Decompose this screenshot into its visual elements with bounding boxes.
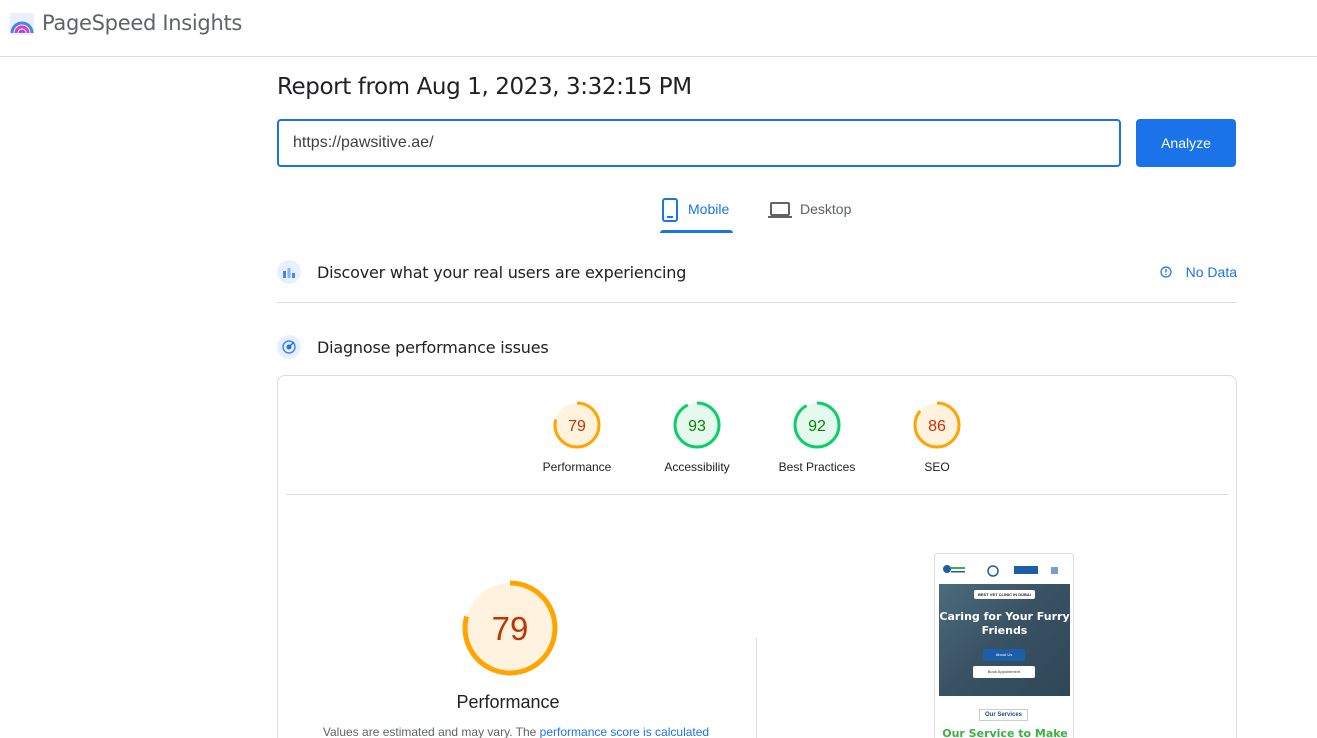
tab-mobile-label: Mobile (688, 201, 730, 217)
mobile-phone-icon (662, 198, 678, 222)
tab-desktop[interactable]: Desktop (768, 195, 851, 235)
active-tab-indicator (660, 230, 733, 233)
score-ring: 86 (913, 401, 961, 449)
info-icon (1160, 266, 1172, 278)
url-input[interactable] (277, 119, 1121, 167)
preview-heading: Caring for Your Furry Friends (939, 610, 1070, 637)
estimate-note-text: Values are estimated and may vary. The (322, 725, 540, 738)
diagnose-icon (277, 335, 301, 359)
section-divider (277, 302, 1237, 303)
score-ring: 79 (553, 401, 601, 449)
preview-services-title: Our Service to Make (942, 727, 1068, 738)
gauge-score-text: 86 (928, 418, 946, 435)
score-gauge-seo[interactable]: 86 SEO (887, 400, 987, 474)
estimate-note: Values are estimated and may vary. The p… (316, 725, 716, 738)
gauge-score-text: 79 (492, 610, 529, 647)
no-data-label: No Data (1185, 264, 1237, 280)
page-screenshot: BEST VET CLINIC IN DUBAI Caring for Your… (934, 553, 1074, 738)
score-label: Performance (542, 460, 612, 474)
users-chart-icon (277, 260, 301, 284)
preview-about-button: About Us (983, 649, 1025, 661)
analyze-button[interactable]: Analyze (1136, 119, 1236, 167)
lab-data-title: Diagnose performance issues (317, 337, 549, 357)
performance-main-label: Performance (456, 692, 560, 712)
score-ring: 92 (793, 401, 841, 449)
score-gauge-best-practices[interactable]: 92 Best Practices (767, 400, 867, 474)
pagespeed-logo-icon[interactable] (9, 11, 35, 37)
score-label: Best Practices (778, 460, 856, 474)
score-ring: 93 (673, 401, 721, 449)
report-title: Report from Aug 1, 2023, 3:32:15 PM (277, 74, 692, 100)
lab-data-header: Diagnose performance issues (277, 334, 1237, 360)
score-label: SEO (924, 460, 950, 474)
vertical-separator (756, 638, 757, 738)
tab-desktop-label: Desktop (800, 201, 852, 217)
card-divider (286, 494, 1228, 495)
laptop-icon (768, 202, 792, 218)
preview-services-badge: Our Services (979, 709, 1029, 721)
gauge-score-text: 79 (568, 418, 586, 435)
app-title[interactable]: PageSpeed Insights (42, 11, 242, 35)
score-calculated-link[interactable]: performance score is calculated (540, 725, 709, 738)
field-data-title: Discover what your real users are experi… (317, 262, 687, 282)
tab-mobile[interactable]: Mobile (660, 195, 734, 235)
preview-book-button: Book Appointment (973, 666, 1035, 678)
top-bar: PageSpeed Insights (0, 0, 1317, 57)
preview-hero: BEST VET CLINIC IN DUBAI Caring for Your… (939, 584, 1070, 696)
scores-card: 79 Performance 93 Accessibility 92 Best Pract… (277, 375, 1237, 738)
score-gauge-accessibility[interactable]: 93 Accessibility (647, 400, 747, 474)
gauge-score-text: 92 (808, 418, 826, 435)
performance-main-gauge: 79 (462, 580, 558, 676)
score-label: Accessibility (664, 460, 730, 474)
gauge-score-text: 93 (688, 418, 706, 435)
no-data-link[interactable]: No Data (1160, 264, 1237, 280)
preview-badge: BEST VET CLINIC IN DUBAI (974, 590, 1035, 599)
score-gauge-performance[interactable]: 79 Performance (527, 400, 627, 474)
preview-nav (943, 565, 1058, 577)
field-data-header: Discover what your real users are experi… (277, 259, 1237, 285)
